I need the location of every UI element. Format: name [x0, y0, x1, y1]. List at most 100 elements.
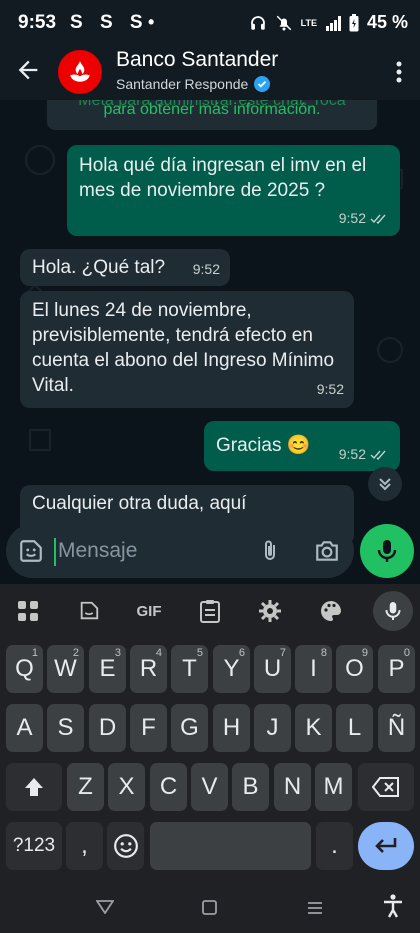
gif-button[interactable]: GIF [134, 598, 164, 624]
key-e[interactable]: E3 [89, 645, 126, 693]
signal-icon [325, 15, 341, 31]
symbols-key[interactable]: ?123 [6, 822, 62, 870]
gear-icon[interactable] [257, 598, 283, 624]
more-options-icon[interactable] [396, 60, 402, 84]
key-z[interactable]: Z [67, 763, 104, 811]
key-ñ[interactable]: Ñ [378, 704, 415, 752]
key-label: I [310, 655, 317, 682]
shift-key[interactable] [6, 763, 62, 811]
chat-area[interactable]: Meta para administrar este chat. Toca pa… [0, 100, 420, 584]
emoji-key[interactable] [107, 822, 144, 870]
message-bubble-incoming[interactable]: Hola. ¿Qué tal? 9:52 [20, 249, 230, 286]
key-label: R [139, 655, 158, 682]
message-meta: 9:52 [339, 206, 388, 231]
enter-arrow-icon [375, 838, 397, 853]
key-l[interactable]: L [336, 704, 373, 752]
key-y[interactable]: Y6 [213, 645, 250, 693]
key-p[interactable]: P0 [378, 645, 415, 693]
backspace-icon [372, 777, 399, 797]
message-composer[interactable]: Mensaje [6, 524, 354, 578]
key-h[interactable]: H [213, 704, 250, 752]
key-label: C [159, 773, 178, 800]
key-label: H [222, 714, 241, 741]
key-label: N [283, 773, 302, 800]
key-label: F [141, 714, 156, 741]
voice-record-button[interactable] [360, 524, 414, 578]
accessibility-icon[interactable] [382, 894, 404, 918]
key-i[interactable]: I8 [295, 645, 332, 693]
key-label: S [57, 714, 74, 741]
key-s[interactable]: S [47, 704, 84, 752]
network-type: LTE [300, 17, 317, 28]
message-bubble-incoming[interactable]: El lunes 24 de noviembre, previsiblement… [20, 291, 354, 408]
key-v[interactable]: V [191, 763, 228, 811]
key-q[interactable]: Q1 [6, 645, 43, 693]
contact-name[interactable]: Banco Santander [116, 48, 278, 72]
key-hint: 3 [114, 647, 121, 659]
notification-dot: • [148, 12, 155, 32]
recents-icon[interactable] [307, 900, 323, 916]
apps-grid-icon[interactable] [15, 598, 41, 624]
key-label: B [242, 773, 259, 800]
back-arrow-icon[interactable] [14, 56, 42, 84]
key-label: Z [78, 773, 93, 800]
keyboard-voice-button[interactable] [373, 591, 413, 631]
key-hint: 4 [155, 647, 162, 659]
microphone-icon [385, 602, 401, 620]
key-u[interactable]: U7 [254, 645, 291, 693]
space-key[interactable] [150, 822, 311, 870]
key-m[interactable]: M [315, 763, 352, 811]
back-triangle-icon[interactable] [96, 900, 114, 914]
key-r[interactable]: R4 [130, 645, 167, 693]
santander-flame-icon [70, 61, 90, 82]
sticker-icon[interactable] [76, 598, 102, 624]
enter-key[interactable] [358, 822, 414, 870]
key-hint: 1 [31, 647, 38, 659]
key-label: U [263, 655, 282, 682]
avatar[interactable] [58, 50, 102, 94]
key-label: Y [223, 655, 240, 682]
key-label: V [201, 773, 218, 800]
key-c[interactable]: C [150, 763, 187, 811]
key-b[interactable]: B [232, 763, 269, 811]
read-receipt-icon [370, 450, 386, 460]
comma-key[interactable]: , [66, 822, 103, 870]
key-t[interactable]: T5 [171, 645, 208, 693]
key-label: D [98, 714, 117, 741]
microphone-icon [377, 540, 397, 562]
period-key[interactable]: . [316, 822, 353, 870]
key-g[interactable]: G [171, 704, 208, 752]
key-label: W [54, 655, 77, 682]
message-input-placeholder[interactable]: Mensaje [58, 539, 137, 563]
key-label: Q [15, 655, 34, 682]
sticker-icon[interactable] [18, 538, 44, 564]
key-k[interactable]: K [295, 704, 332, 752]
verified-badge-icon [254, 76, 271, 92]
key-j[interactable]: J [254, 704, 291, 752]
message-time: 9:52 [192, 261, 220, 277]
message-bubble-outgoing[interactable]: Hola qué día ingresan el imv en el mes d… [67, 145, 400, 236]
key-f[interactable]: F [130, 704, 167, 752]
key-hint: 8 [320, 647, 327, 659]
key-w[interactable]: W2 [47, 645, 84, 693]
message-bubble-outgoing[interactable]: Gracias 😊 9:52 [204, 421, 400, 471]
camera-icon[interactable] [314, 539, 340, 563]
contact-subtitle[interactable]: Santander Responde [116, 76, 271, 92]
status-time: 9:53 [18, 12, 57, 33]
system-message[interactable]: Meta para administrar este chat. Toca pa… [47, 100, 377, 130]
attach-icon[interactable] [258, 538, 282, 564]
clipboard-icon[interactable] [197, 598, 223, 624]
backspace-key[interactable] [358, 763, 414, 811]
key-a[interactable]: A [6, 704, 43, 752]
message-text: Hola qué día ingresan el imv en el mes d… [79, 155, 367, 201]
home-square-icon[interactable] [202, 900, 217, 915]
message-meta: 9:52 [193, 257, 220, 282]
key-o[interactable]: O9 [336, 645, 373, 693]
key-label: E [99, 655, 116, 682]
key-n[interactable]: N [274, 763, 311, 811]
palette-icon[interactable] [318, 598, 344, 624]
scroll-to-bottom-button[interactable] [368, 467, 402, 501]
key-d[interactable]: D [89, 704, 126, 752]
key-x[interactable]: X [108, 763, 145, 811]
battery-icon [349, 13, 359, 31]
